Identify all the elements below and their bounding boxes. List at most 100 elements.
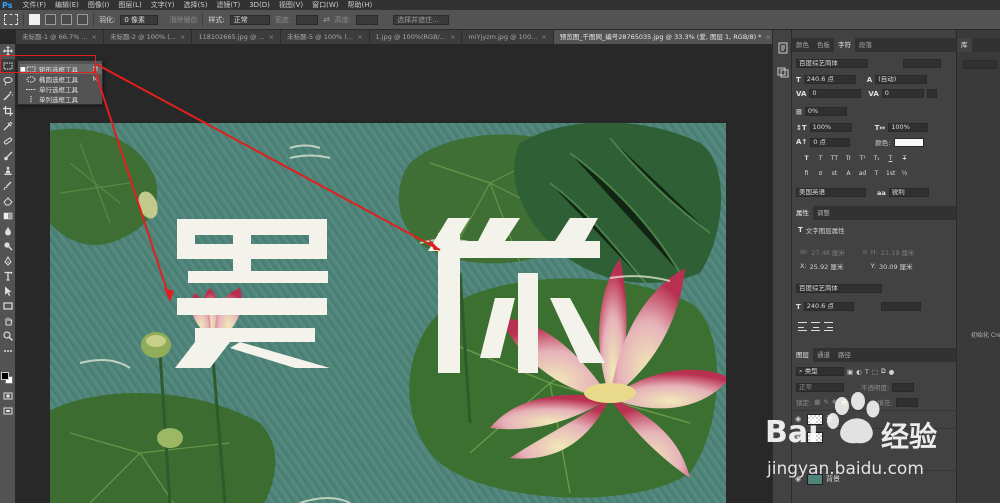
foreground-color-swatch[interactable] [1,372,9,380]
tab-swatches[interactable]: 色板 [813,38,834,52]
small-caps-button[interactable]: Tr [844,154,853,163]
superscript-button[interactable]: T¹ [858,154,867,163]
menu-file[interactable]: 文件(F) [22,0,46,10]
menu-help[interactable]: 帮助(H) [348,0,373,10]
zoom-tool-icon[interactable] [1,329,15,343]
menu-type[interactable]: 文字(Y) [151,0,175,10]
menu-view[interactable]: 视图(V) [279,0,303,10]
lock-paint-icon[interactable]: ✎ [823,398,828,406]
flyout-item-row-marquee[interactable]: 单行选框工具 [20,84,102,94]
font-family-select[interactable]: 百度综艺简体 [796,59,868,68]
properties-font-select[interactable]: 百度综艺简体 [796,284,882,293]
lock-all-icon[interactable]: 🔒 [840,398,848,406]
kerning-input[interactable]: 0 [809,89,862,98]
rectangle-tool-icon[interactable] [1,299,15,313]
close-icon[interactable]: × [450,33,455,41]
baseline-shift-input[interactable]: 0 点 [810,137,851,147]
font-size-input[interactable]: 240.6 点 [803,75,856,84]
visibility-eye-icon[interactable]: ◉ [792,475,804,483]
close-icon[interactable]: × [269,33,274,41]
filter-adjust-icon[interactable]: ◐ [856,368,862,376]
history-panel-icon[interactable] [777,42,789,54]
tab-color[interactable]: 颜色 [792,38,813,52]
swash-button[interactable]: A [844,169,853,178]
dodge-tool-icon[interactable] [1,239,15,253]
actions-panel-icon[interactable] [777,66,789,78]
flyout-item-ellipse-marquee[interactable]: 椭圆选框工具 M [20,74,102,84]
tab-layers[interactable]: 图层 [792,348,813,362]
discretionary-lig-button[interactable]: st [830,169,839,178]
layer-name[interactable]: 背景 [826,474,840,484]
tab-doc-2[interactable]: 未标题-2 @ 100% (... × [104,30,193,44]
pen-tool-icon[interactable] [1,254,15,268]
select-and-mask-button[interactable]: 选择并遮住... [393,14,450,25]
tab-properties[interactable]: 属性 [792,206,813,220]
faux-bold-button[interactable]: T [802,154,811,163]
tab-doc-5[interactable]: 1.jpg @ 100%(RGB/... × [370,30,463,44]
subtract-selection-button[interactable] [61,14,72,25]
tab-adjustments[interactable]: 调整 [813,206,834,220]
titling-button[interactable]: T [872,169,881,178]
x-value[interactable]: 25.92 厘米 [810,261,868,271]
filter-type-icon[interactable]: T [865,368,869,376]
feather-input[interactable]: 0 像素 [120,14,159,25]
history-brush-icon[interactable] [1,179,15,193]
filter-shape-icon[interactable]: ⬚ [872,368,878,376]
blend-mode-select[interactable]: 正常 [796,382,844,392]
close-icon[interactable]: × [92,33,97,41]
healing-brush-icon[interactable] [1,134,15,148]
blur-tool-icon[interactable] [1,224,15,238]
contextual-alt-button[interactable]: σ [816,169,825,178]
width-input[interactable] [296,14,319,25]
all-caps-button[interactable]: TT [830,154,839,163]
swap-icon[interactable]: ⇄ [323,15,330,24]
height-value[interactable]: 21.19 厘米 [881,247,915,257]
hand-tool-icon[interactable] [1,314,15,328]
lasso-tool-icon[interactable] [1,74,15,88]
tab-libraries[interactable]: 库 [957,38,972,52]
align-center-icon[interactable] [811,322,820,331]
stylistic-alt-button[interactable]: ad [858,169,867,178]
menu-image[interactable]: 图像(I) [88,0,110,10]
visibility-eye-icon[interactable]: ◉ [792,433,804,441]
quick-mask-icon[interactable] [1,389,15,403]
text-color-swatch[interactable] [893,137,924,147]
menu-filter[interactable]: 滤镜(T) [216,0,240,10]
layer-filter-select[interactable]: ⌕ 类型 [796,367,844,376]
vertical-scale-input[interactable]: 100% [809,123,852,132]
flyout-item-column-marquee[interactable]: 单列选框工具 [20,94,102,104]
lock-position-icon[interactable]: ✥ [832,398,837,406]
tab-doc-3[interactable]: 118102665.jpg @ ... × [192,30,282,44]
tab-doc-4[interactable]: 未标题-5 @ 100% (... × [281,30,370,44]
lock-pixels-icon[interactable]: ▦ [814,398,820,406]
tab-character[interactable]: 字符 [834,38,855,52]
tab-doc-active[interactable]: 预览图_千图网_编号28765035.jpg @ 33.3% (爱, 图层 1,… [553,30,772,44]
intersect-selection-button[interactable] [77,14,88,25]
eraser-icon[interactable] [1,194,15,208]
clone-stamp-icon[interactable] [1,164,15,178]
tab-paths[interactable]: 路径 [834,348,855,362]
language-select[interactable]: 美国英语 [796,188,866,197]
tsume-input[interactable]: 0% [804,107,847,116]
antialias-checkbox[interactable]: 消除锯齿 [169,15,197,25]
filter-pixel-icon[interactable]: ▣ [847,368,853,376]
properties-font-style[interactable] [880,302,921,311]
tab-doc-6[interactable]: miYjyzm.jpg @ 100... × [462,30,554,44]
fraction-button[interactable]: ½ [900,169,909,178]
ligature-button[interactable]: fi [802,169,811,178]
library-search-field[interactable] [963,60,997,69]
properties-font-size[interactable]: 240.6 点 [803,302,854,311]
new-selection-button[interactable] [29,14,40,25]
more-tools-icon[interactable] [1,344,15,358]
width-value[interactable]: 27.48 厘米 [811,247,859,257]
horizontal-scale-input[interactable]: 100% [888,123,929,132]
align-left-icon[interactable] [798,322,807,331]
crop-tool-icon[interactable] [1,104,15,118]
screen-mode-icon[interactable] [1,404,15,418]
eyedropper-icon[interactable] [1,119,15,133]
add-selection-button[interactable] [45,14,56,25]
menu-window[interactable]: 窗口(W) [312,0,338,10]
leading-input[interactable]: (自动) [875,75,928,84]
font-style-select[interactable] [903,59,941,68]
filter-smart-icon[interactable]: ⧉ [881,367,886,376]
